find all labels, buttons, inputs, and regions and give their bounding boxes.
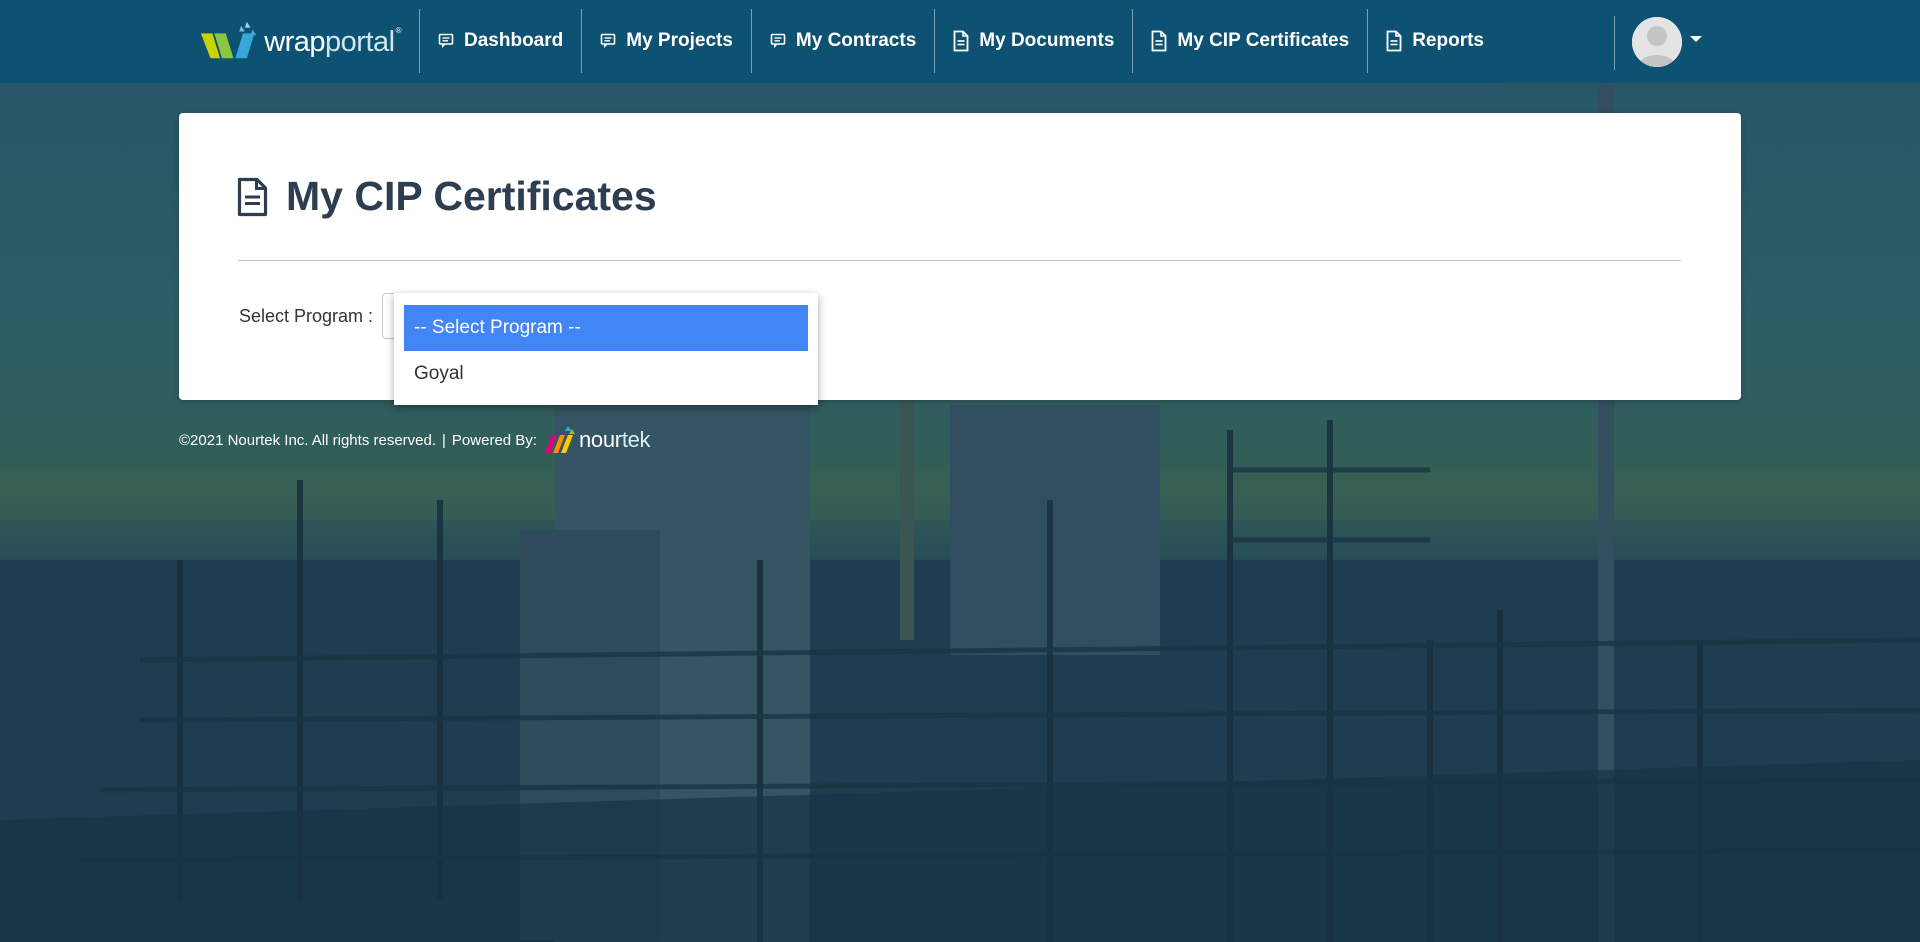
document-icon <box>1386 30 1402 52</box>
user-avatar-icon <box>1632 17 1682 67</box>
page-header: My CIP Certificates <box>237 173 657 220</box>
user-menu-toggle[interactable] <box>1632 16 1702 68</box>
nav-label: My Documents <box>979 30 1115 51</box>
caret-down-icon <box>1690 36 1702 42</box>
footer-separator: | <box>442 431 446 449</box>
main-nav: Dashboard My Projects My Contracts My Do… <box>419 9 1502 73</box>
dropdown-option-goyal[interactable]: Goyal <box>404 351 808 397</box>
divider <box>238 260 1681 261</box>
top-navbar: wrapportal® Dashboard My Projects My Con… <box>0 0 1920 83</box>
nav-divider <box>1614 16 1615 70</box>
page-title: My CIP Certificates <box>286 173 657 219</box>
nourtek-logo[interactable]: nourtek <box>543 423 651 457</box>
wrapportal-logo-mark <box>200 21 257 59</box>
powered-by-label: Powered By: <box>451 431 537 449</box>
nav-reports[interactable]: Reports <box>1367 9 1502 73</box>
nav-my-contracts[interactable]: My Contracts <box>750 9 934 73</box>
wrapportal-logo[interactable]: wrapportal® <box>199 18 402 66</box>
dropdown-option-select-program[interactable]: -- Select Program -- <box>404 305 808 351</box>
footer: ©2021 Nourtek Inc. All rights reserved. … <box>179 422 651 458</box>
select-program-label: Select Program : <box>239 306 374 326</box>
document-icon <box>953 30 969 52</box>
nourtek-logo-mark <box>544 426 575 453</box>
comment-icon <box>600 33 616 49</box>
nav-my-projects[interactable]: My Projects <box>581 9 751 73</box>
copyright-text: ©2021 Nourtek Inc. All rights reserved. <box>179 431 437 449</box>
nav-label: My CIP Certificates <box>1177 30 1350 51</box>
nav-label: Reports <box>1412 30 1484 51</box>
brand-name: wrapportal® <box>264 25 401 58</box>
document-icon <box>1151 30 1167 52</box>
comment-icon <box>438 33 454 49</box>
nav-my-documents[interactable]: My Documents <box>934 9 1132 73</box>
nav-label: Dashboard <box>464 30 564 51</box>
document-icon <box>237 177 268 217</box>
comment-icon <box>770 33 786 49</box>
nourtek-brand-name: nourtek <box>578 427 651 452</box>
nav-my-cip-certificates[interactable]: My CIP Certificates <box>1132 9 1367 73</box>
nav-dashboard[interactable]: Dashboard <box>419 9 581 73</box>
nav-label: My Projects <box>626 30 733 51</box>
nav-label: My Contracts <box>795 30 917 51</box>
program-select-dropdown: -- Select Program -- Goyal <box>394 293 818 405</box>
